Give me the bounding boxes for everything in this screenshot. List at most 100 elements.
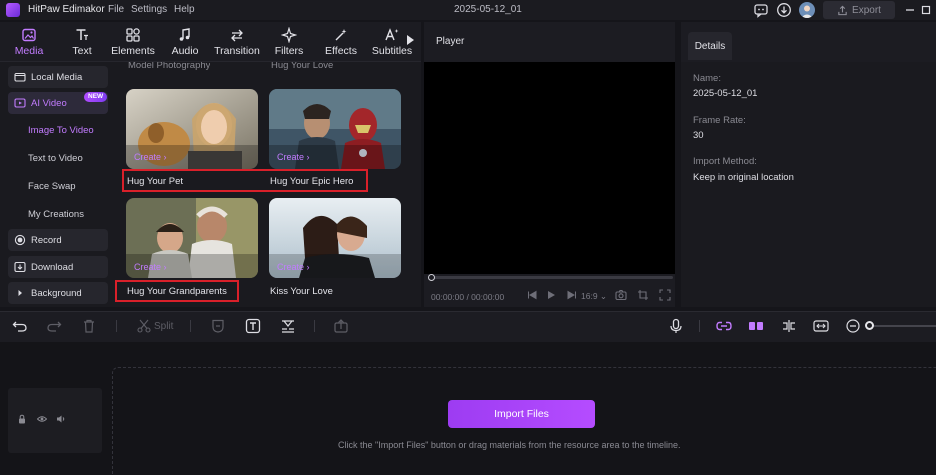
create-link[interactable]: Create › — [277, 152, 310, 162]
zoom-slider-knob[interactable] — [865, 321, 874, 330]
tab-media-label: Media — [14, 45, 44, 57]
progress-knob[interactable] — [428, 274, 435, 281]
transition-icon — [229, 27, 245, 45]
timecode: 00:00:00 / 00:00:00 — [431, 292, 505, 302]
undo-icon[interactable] — [12, 318, 28, 334]
link-track-icon[interactable] — [716, 318, 732, 334]
create-link[interactable]: Create › — [134, 152, 167, 162]
media-icon — [21, 27, 37, 45]
tabs-scroll-right-icon[interactable] — [404, 33, 416, 47]
menu-settings[interactable]: Settings — [131, 4, 167, 15]
create-link[interactable]: Create › — [134, 262, 167, 272]
split-audio-icon[interactable] — [781, 318, 797, 334]
fullscreen-icon[interactable] — [659, 289, 671, 301]
import-files-button[interactable]: Import Files — [448, 400, 595, 428]
crop-icon[interactable] — [637, 289, 649, 301]
folder-icon — [14, 71, 26, 83]
tab-details[interactable]: Details — [688, 32, 732, 60]
toolbar-divider — [190, 320, 191, 332]
text-icon — [74, 27, 90, 45]
elements-icon — [125, 27, 141, 45]
menu-file[interactable]: File — [108, 4, 124, 15]
tab-filters-label: Filters — [274, 45, 304, 57]
tab-filters[interactable]: Filters — [270, 22, 308, 62]
next-frame-icon[interactable] — [566, 289, 578, 301]
detail-label-frame-rate: Frame Rate: — [693, 115, 746, 126]
nav-download[interactable]: Download — [8, 256, 108, 278]
tab-elements[interactable]: Elements — [110, 22, 156, 62]
detail-value-frame-rate: 30 — [693, 130, 704, 141]
tab-effects-label: Effects — [325, 45, 357, 57]
split-label[interactable]: Split — [154, 321, 173, 332]
eye-icon[interactable] — [37, 414, 47, 424]
microphone-icon[interactable] — [668, 318, 684, 334]
nav-local-media[interactable]: Local Media — [8, 66, 108, 88]
menu-help[interactable]: Help — [174, 4, 195, 15]
sparkle-icon — [281, 27, 297, 45]
download-icon — [14, 261, 26, 273]
toolbar-divider — [699, 320, 700, 332]
tab-elements-label: Elements — [111, 45, 155, 57]
music-note-icon — [177, 27, 193, 45]
nav-my-creations[interactable]: My Creations — [28, 209, 84, 220]
detail-value-name: 2025-05-12_01 — [693, 88, 758, 99]
play-icon[interactable] — [545, 289, 557, 301]
export-button[interactable]: Export — [823, 1, 895, 19]
ai-video-icon — [14, 97, 26, 109]
snapshot-icon[interactable] — [615, 289, 627, 301]
app-logo-icon — [6, 3, 20, 17]
nav-image-to-video[interactable]: Image To Video — [28, 125, 94, 136]
magic-wand-icon — [333, 27, 349, 45]
tab-transition-label: Transition — [214, 45, 260, 57]
timeline-hint: Click the "Import Files" button or drag … — [338, 440, 681, 450]
split-icon[interactable] — [136, 318, 152, 334]
tab-text-label: Text — [72, 45, 92, 57]
app-name: HitPaw Edimakor — [28, 4, 105, 15]
maximize-icon[interactable] — [919, 3, 933, 17]
export-label: Export — [852, 4, 881, 16]
card-label: Hug Your Pet — [127, 176, 183, 187]
speaker-icon[interactable] — [56, 414, 66, 424]
detail-label-import-method: Import Method: — [693, 156, 757, 167]
tab-media[interactable]: Media — [8, 22, 50, 62]
lock-icon[interactable] — [17, 414, 27, 424]
player-title: Player — [436, 36, 465, 47]
nav-local-media-label: Local Media — [31, 71, 83, 83]
card-label: Kiss Your Love — [270, 286, 333, 297]
redo-icon[interactable] — [46, 318, 62, 334]
nav-background[interactable]: Background — [8, 282, 108, 304]
player-screen[interactable] — [424, 62, 675, 274]
record-icon — [14, 234, 26, 246]
nav-record[interactable]: Record — [8, 229, 108, 251]
tab-audio-label: Audio — [171, 45, 199, 57]
document-title: 2025-05-12_01 — [454, 4, 522, 15]
prev-frame-icon[interactable] — [526, 289, 538, 301]
zoom-out-icon[interactable] — [845, 318, 861, 334]
tab-text[interactable]: Text — [62, 22, 102, 62]
feedback-icon[interactable] — [753, 2, 769, 18]
nav-ai-video-label: AI Video — [31, 97, 67, 109]
fit-timeline-icon[interactable] — [813, 318, 829, 334]
card-label-cut: Model Photography — [128, 62, 211, 71]
mask-icon[interactable] — [210, 318, 226, 334]
tab-transition[interactable]: Transition — [212, 22, 262, 62]
nav-text-to-video[interactable]: Text to Video — [28, 153, 83, 164]
tab-effects[interactable]: Effects — [322, 22, 360, 62]
add-text-icon[interactable] — [245, 318, 261, 334]
progress-track[interactable] — [430, 276, 673, 279]
create-link[interactable]: Create › — [277, 262, 310, 272]
detail-value-import-method: Keep in original location — [693, 172, 794, 183]
nav-face-swap[interactable]: Face Swap — [28, 181, 76, 192]
aspect-ratio[interactable]: 16:9 ⌄ — [581, 291, 607, 302]
download-icon[interactable] — [776, 2, 792, 18]
card-label: Hug Your Grandparents — [127, 286, 227, 297]
avatar[interactable] — [799, 2, 815, 18]
toolbar-divider — [314, 320, 315, 332]
tab-audio[interactable]: Audio — [166, 22, 204, 62]
magnet-snap-icon[interactable] — [748, 318, 764, 334]
minimize-icon[interactable] — [903, 3, 917, 17]
zoom-slider-track[interactable] — [872, 325, 936, 327]
subtitle-edit-icon[interactable] — [280, 318, 296, 334]
export-clip-icon[interactable] — [333, 318, 349, 334]
delete-icon[interactable] — [81, 318, 97, 334]
